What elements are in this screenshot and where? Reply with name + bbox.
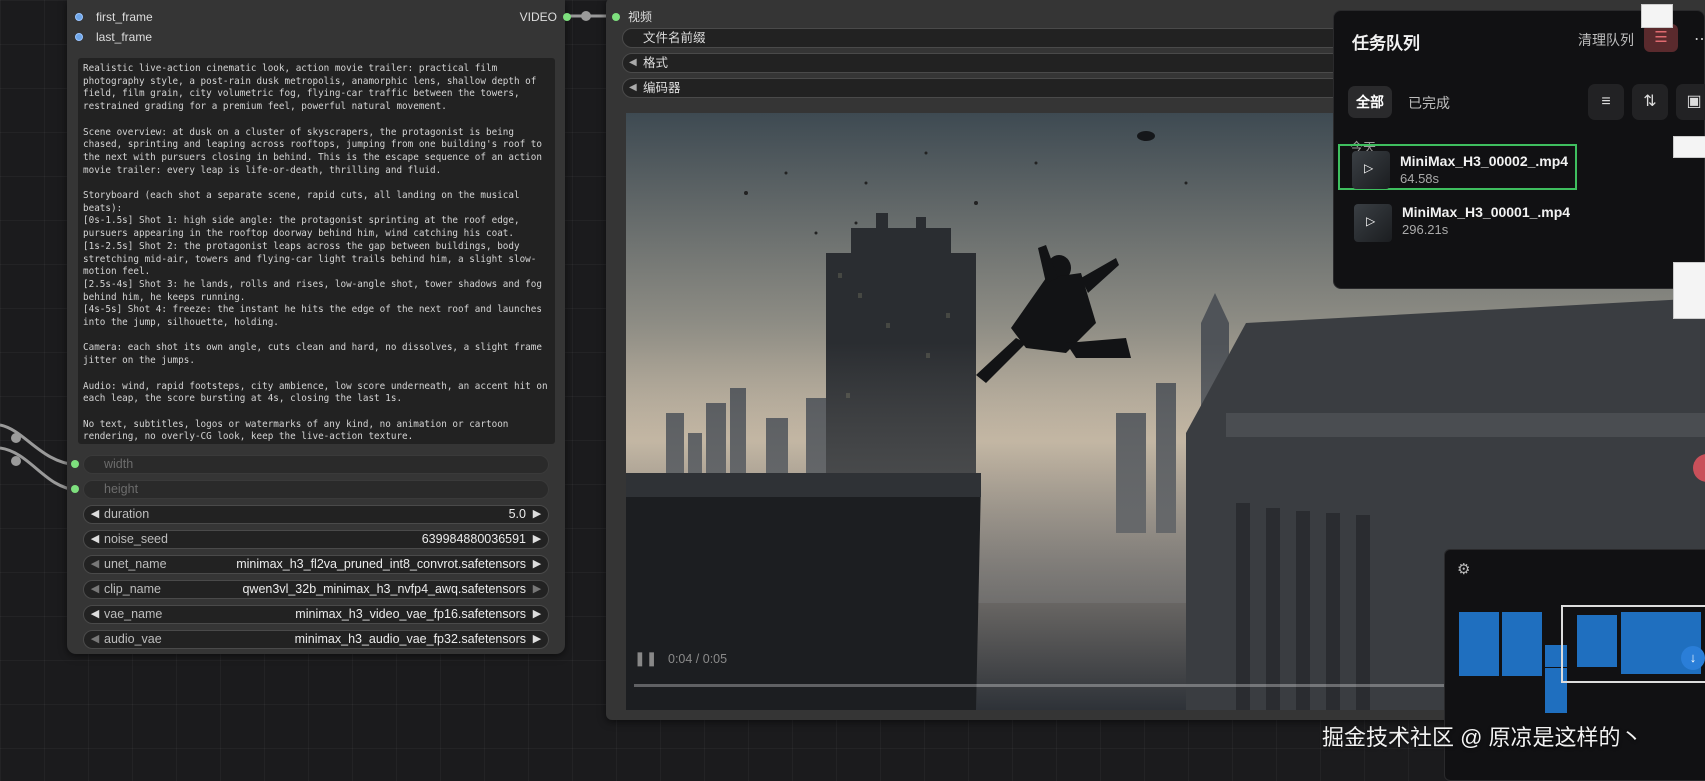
minimap-viewport[interactable]: [1561, 605, 1705, 683]
video-generation-node[interactable]: first_frame last_frame VIDEO Realistic l…: [67, 0, 571, 654]
widget-name: audio_vae: [104, 632, 162, 646]
filter-icon: ≡: [1601, 93, 1611, 110]
noise-seed-widget[interactable]: ◀ noise_seed 639984880036591 ▶: [83, 530, 549, 549]
widget-name: duration: [104, 507, 150, 521]
clear-list-icon: ☰: [1654, 29, 1668, 46]
prompt-paragraph: No text, subtitles, logos or watermarks …: [83, 418, 514, 443]
input-label: 视频: [628, 10, 653, 24]
decrement-arrow-icon[interactable]: ◀: [88, 506, 102, 523]
vae-name-widget[interactable]: ◀ vae_name minimax_h3_video_vae_fp16.saf…: [83, 605, 549, 624]
widget-value: minimax_h3_video_vae_fp16.safetensors: [295, 607, 526, 621]
widget-value: 5.0: [508, 507, 526, 521]
increment-arrow-icon[interactable]: ▶: [530, 506, 544, 523]
widget-value: minimax_h3_fl2va_pruned_int8_convrot.saf…: [236, 557, 526, 571]
video-thumbnail: ▷: [1352, 151, 1390, 189]
queue-item[interactable]: ▷ MiniMax_H3_00001_.mp4 296.21s: [1338, 197, 1578, 242]
widget-name: height: [104, 482, 139, 496]
tab-all[interactable]: 全部: [1348, 86, 1392, 118]
prompt-paragraph: Scene overview: at dusk on a cluster of …: [83, 126, 548, 176]
gallery-button[interactable]: ▣: [1676, 84, 1705, 120]
pause-icon[interactable]: ❚❚: [634, 650, 657, 667]
increment-arrow-icon[interactable]: ▶: [530, 581, 544, 598]
task-queue-panel: 任务队列 清理队列 ☰ ⋯ 全部 已完成 ≡ ⇅ ▣ 今天 ▷ MiniMax_…: [1333, 10, 1705, 289]
floating-screenshot-thumbnail[interactable]: [1673, 136, 1705, 158]
width-slot-icon[interactable]: [71, 460, 79, 468]
width-input[interactable]: width: [71, 455, 549, 474]
play-icon[interactable]: ▷: [1366, 214, 1382, 230]
combo-label: 格式: [643, 56, 669, 70]
widget-name: vae_name: [104, 607, 163, 621]
decrement-arrow-icon[interactable]: ◀: [88, 631, 102, 648]
prompt-textarea[interactable]: Realistic live-action cinematic look, ac…: [78, 58, 555, 444]
widget-name: clip_name: [104, 582, 161, 596]
increment-arrow-icon[interactable]: ▶: [530, 631, 544, 648]
audio-vae-widget[interactable]: ◀ audio_vae minimax_h3_audio_vae_fp32.sa…: [83, 630, 549, 649]
unet-name-widget[interactable]: ◀ unet_name minimax_h3_fl2va_pruned_int8…: [83, 555, 549, 574]
combo-label: 文件名前缀: [643, 31, 706, 45]
queue-item-name: MiniMax_H3_00001_.mp4: [1402, 204, 1571, 220]
prompt-paragraph: Camera: each shot its own angle, cuts cl…: [83, 342, 548, 367]
queue-item-duration: 296.21s: [1402, 222, 1449, 237]
widget-name: unet_name: [104, 557, 167, 571]
video-time: 0:04 / 0:05: [668, 652, 728, 666]
input-label: last_frame: [96, 30, 153, 44]
decrement-arrow-icon[interactable]: ◀: [88, 531, 102, 548]
queue-item-name: MiniMax_H3_00002_.mp4: [1400, 153, 1569, 169]
settings-sliders-icon[interactable]: ⚙: [1457, 560, 1470, 578]
decrement-arrow-icon[interactable]: ◀: [88, 556, 102, 573]
minimap-node: [1459, 612, 1499, 676]
minimap-node: [1502, 612, 1542, 676]
left-arrow-icon[interactable]: ◀: [629, 54, 637, 72]
height-slot-icon[interactable]: [71, 485, 79, 493]
clear-queue-label[interactable]: 清理队列: [1578, 30, 1634, 50]
clear-queue-button[interactable]: ☰: [1644, 24, 1678, 52]
widget-value: qwen3vl_32b_minimax_h3_nvfp4_awq.safeten…: [242, 582, 526, 596]
output-slot-icon[interactable]: [563, 13, 571, 21]
input-slot-icon[interactable]: [75, 33, 83, 41]
format-combo[interactable]: ◀ 格式: [622, 53, 1342, 73]
codec-combo[interactable]: ◀ 编码器: [622, 78, 1342, 98]
decrement-arrow-icon[interactable]: ◀: [88, 581, 102, 598]
prompt-paragraph: Storyboard (each shot a separate scene, …: [83, 190, 542, 329]
decrement-arrow-icon[interactable]: ◀: [88, 606, 102, 623]
queue-title: 任务队列: [1352, 34, 1420, 53]
video-thumbnail: ▷: [1354, 204, 1392, 242]
more-options-icon[interactable]: ⋯: [1694, 29, 1705, 49]
clip-name-widget[interactable]: ◀ clip_name qwen3vl_32b_minimax_h3_nvfp4…: [83, 580, 549, 599]
input-label: first_frame: [96, 10, 153, 24]
prompt-paragraph: Audio: wind, rapid footsteps, city ambie…: [83, 380, 554, 405]
output-label: VIDEO: [519, 10, 557, 24]
watermark-text: 掘金技术社区 @ 原凉是这样的丶: [1322, 725, 1643, 750]
increment-arrow-icon[interactable]: ▶: [530, 531, 544, 548]
height-input[interactable]: height: [71, 480, 549, 499]
widget-name: width: [104, 457, 134, 471]
floating-screenshot-thumbnail[interactable]: [1673, 262, 1705, 319]
increment-arrow-icon[interactable]: ▶: [530, 556, 544, 573]
combo-label: 编码器: [643, 81, 681, 95]
widget-value: minimax_h3_audio_vae_fp32.safetensors: [294, 632, 526, 646]
output-video[interactable]: VIDEO: [507, 9, 571, 25]
download-icon[interactable]: ↓: [1681, 646, 1705, 670]
play-icon[interactable]: ▷: [1364, 161, 1380, 177]
input-slot-icon[interactable]: [612, 13, 620, 21]
floating-screenshot-thumbnail[interactable]: [1641, 4, 1673, 28]
image-icon: ▣: [1686, 93, 1702, 110]
queue-item[interactable]: ▷ MiniMax_H3_00002_.mp4 64.58s: [1338, 144, 1577, 190]
prompt-paragraph: Realistic live-action cinematic look, ac…: [83, 63, 542, 113]
sort-icon: ⇅: [1643, 93, 1657, 110]
queue-item-duration: 64.58s: [1400, 171, 1440, 186]
widget-name: noise_seed: [104, 532, 168, 546]
increment-arrow-icon[interactable]: ▶: [530, 606, 544, 623]
duration-widget[interactable]: ◀ duration 5.0 ▶: [83, 505, 549, 524]
filter-button[interactable]: ≡: [1588, 84, 1624, 120]
filename-prefix-combo[interactable]: 文件名前缀: [622, 28, 1342, 48]
left-arrow-icon[interactable]: ◀: [629, 79, 637, 97]
input-slot-icon[interactable]: [75, 13, 83, 21]
tab-completed[interactable]: 已完成: [1408, 93, 1450, 113]
sort-button[interactable]: ⇅: [1632, 84, 1668, 120]
widget-value: 639984880036591: [421, 532, 526, 546]
